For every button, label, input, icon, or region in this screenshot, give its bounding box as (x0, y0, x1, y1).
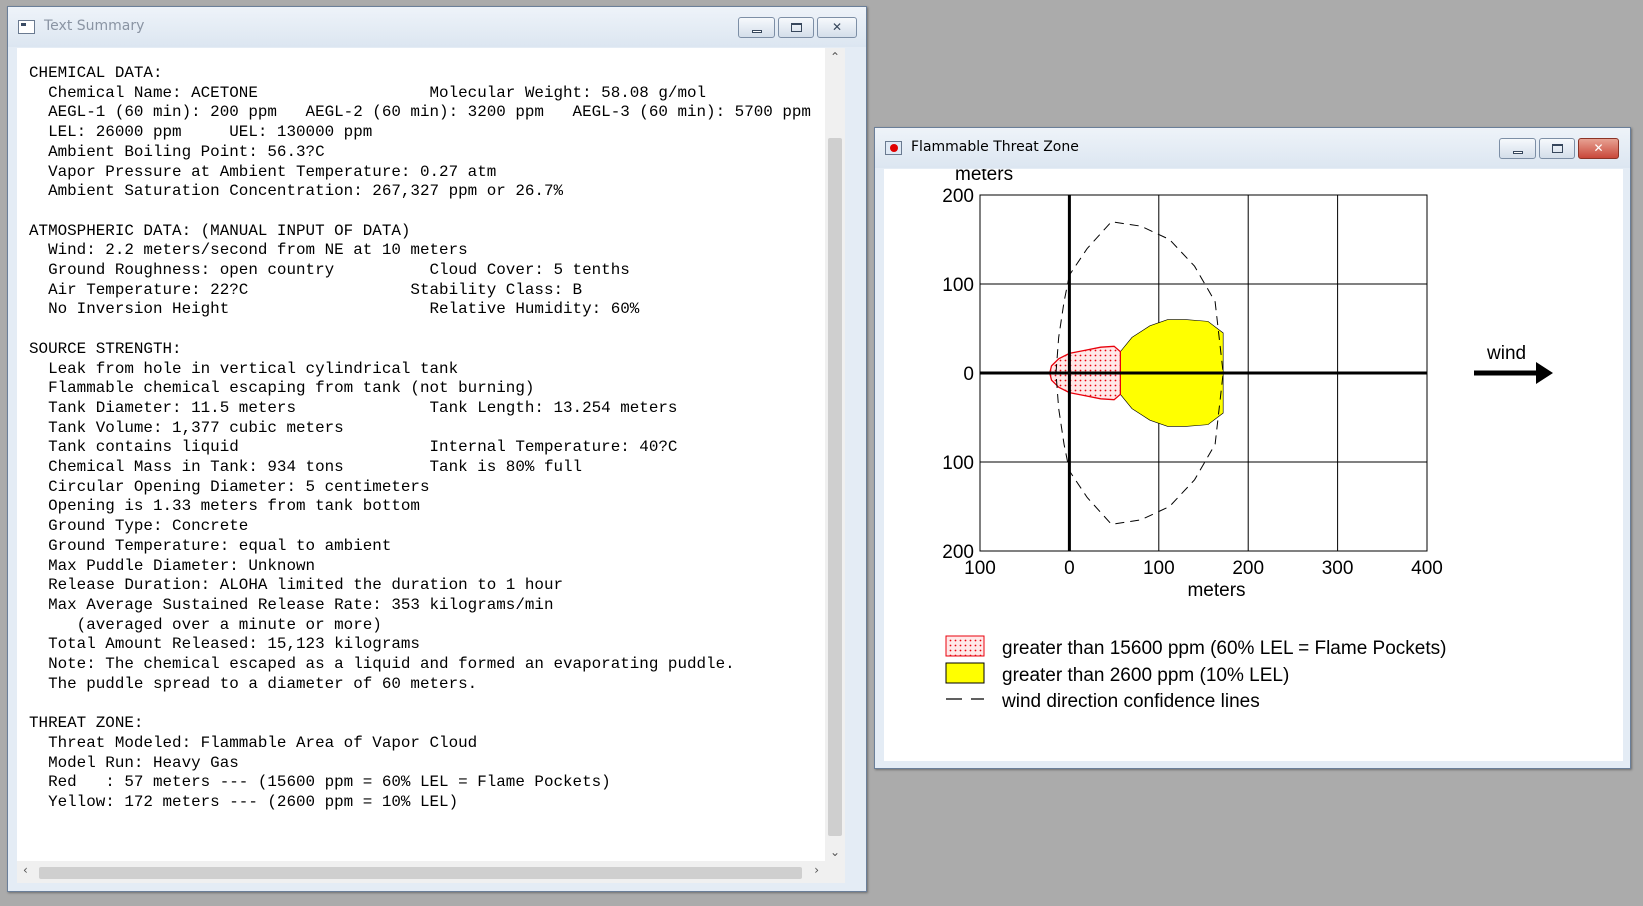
legend-entry: wind direction confidence lines (1001, 691, 1260, 712)
size-grip-icon[interactable] (825, 861, 845, 883)
summary-line: Vapor Pressure at Ambient Temperature: 0… (29, 162, 497, 181)
y-tick-label: 0 (963, 364, 974, 385)
text-summary-window-icon (18, 20, 35, 34)
text-summary-content-area: CHEMICAL DATA: Chemical Name: ACETONE Mo… (17, 48, 845, 883)
close-icon: ✕ (1593, 141, 1604, 155)
y-tick-label: 100 (942, 453, 974, 474)
summary-line: Yellow: 172 meters --- (2600 ppm = 10% L… (29, 793, 459, 812)
threat-zone-title: Flammable Threat Zone (911, 139, 1079, 155)
maximize-button[interactable] (778, 17, 814, 38)
maximize-button[interactable] (1539, 138, 1575, 159)
summary-line: Air Temperature: 22?C Stability Class: B (29, 280, 583, 299)
summary-line: Ground Temperature: equal to ambient (29, 536, 392, 555)
threat-zone-plot-area: 200 100 0 100 200 100 0 100 200 300 400 meters meter… (884, 169, 1623, 761)
summary-line: Note: The chemical escaped as a liquid a… (29, 655, 735, 674)
summary-line: Ambient Boiling Point: 56.3?C (29, 142, 325, 161)
summary-line: Tank Volume: 1,377 cubic meters (29, 418, 344, 437)
x-tick-label: 400 (1411, 558, 1443, 579)
summary-line: AEGL-1 (60 min): 200 ppm AEGL-2 (60 min)… (29, 103, 811, 122)
summary-line: Opening is 1.33 meters from tank bottom (29, 497, 420, 516)
maximize-icon (791, 23, 802, 32)
threat-zone-window-icon (885, 141, 902, 155)
summary-line: LEL: 26000 ppm UEL: 130000 ppm (29, 123, 373, 142)
summary-line (29, 320, 837, 340)
summary-line: Total Amount Released: 15,123 kilograms (29, 635, 420, 654)
threat-zone-titlebar[interactable]: Flammable Threat Zone ✕ (875, 128, 1630, 168)
close-button[interactable]: ✕ (1578, 138, 1619, 159)
summary-line: Max Average Sustained Release Rate: 353 … (29, 595, 554, 614)
summary-line: Flammable chemical escaping from tank (n… (29, 379, 535, 398)
scroll-right-icon[interactable]: › (814, 863, 819, 877)
summary-line: Release Duration: ALOHA limited the dura… (29, 576, 564, 595)
summary-line (29, 695, 837, 715)
vertical-scroll-thumb[interactable] (828, 138, 842, 836)
minimize-icon (1512, 151, 1523, 154)
maximize-icon (1552, 144, 1563, 153)
summary-line: ATMOSPHERIC DATA: (MANUAL INPUT OF DATA) (29, 221, 411, 240)
vertical-scrollbar[interactable]: ⌃ ⌄ (825, 48, 845, 861)
summary-line: Threat Modeled: Flammable Area of Vapor … (29, 733, 478, 752)
y-axis-label: meters (955, 169, 1013, 185)
legend-swatch-red (945, 635, 985, 657)
summary-line: Max Puddle Diameter: Unknown (29, 556, 316, 575)
summary-line: Ground Roughness: open country Cloud Cov… (29, 261, 630, 280)
summary-line: Wind: 2.2 meters/second from NE at 10 me… (29, 241, 468, 260)
x-tick-label: 100 (1143, 558, 1175, 579)
text-summary-body: CHEMICAL DATA: Chemical Name: ACETONE Mo… (29, 64, 837, 824)
legend-swatch-yellow (945, 662, 985, 684)
summary-line: Chemical Name: ACETONE Molecular Weight:… (29, 83, 707, 102)
horizontal-scrollbar[interactable]: ‹ › (17, 861, 825, 883)
minimize-icon (751, 30, 762, 33)
x-tick-label: 0 (1064, 558, 1075, 579)
x-tick-label: 100 (964, 558, 996, 579)
summary-line: Red : 57 meters --- (15600 ppm = 60% LEL… (29, 773, 611, 792)
scroll-down-icon[interactable]: ⌄ (830, 845, 840, 859)
minimize-button[interactable] (738, 17, 775, 38)
y-tick-label: 200 (942, 186, 974, 207)
x-axis-label: meters (1187, 580, 1245, 601)
summary-line: SOURCE STRENGTH: (29, 339, 182, 358)
summary-line: Ground Type: Concrete (29, 517, 249, 536)
summary-line: The puddle spread to a diameter of 60 me… (29, 674, 478, 693)
scroll-left-icon[interactable]: ‹ (23, 863, 28, 877)
summary-line: Model Run: Heavy Gas (29, 753, 239, 772)
text-summary-title: Text Summary (44, 18, 145, 34)
summary-line: Circular Opening Diameter: 5 centimeters (29, 477, 430, 496)
summary-line: Ambient Saturation Concentration: 267,32… (29, 182, 564, 201)
legend-entry: greater than 2600 ppm (10% LEL) (1002, 665, 1289, 686)
summary-line: THREAT ZONE: (29, 714, 144, 733)
summary-line: CHEMICAL DATA: (29, 64, 163, 82)
summary-line: No Inversion Height Relative Humidity: 6… (29, 300, 640, 319)
minimize-button[interactable] (1499, 138, 1536, 159)
close-icon: ✕ (831, 20, 843, 34)
y-tick-label: 100 (942, 275, 974, 296)
legend-entry: greater than 15600 ppm (60% LEL = Flame … (1002, 638, 1446, 659)
x-tick-label: 300 (1322, 558, 1354, 579)
wind-label: wind (1486, 343, 1526, 364)
summary-line: (averaged over a minute or more) (29, 615, 382, 634)
wind-arrow-icon (1536, 362, 1553, 384)
threat-zone-window: Flammable Threat Zone ✕ 200 100 0 100 200 100… (874, 127, 1631, 769)
close-button[interactable]: ✕ (817, 17, 857, 38)
summary-line: Leak from hole in vertical cylindrical t… (29, 359, 459, 378)
x-tick-label: 200 (1232, 558, 1264, 579)
scroll-up-icon[interactable]: ⌃ (830, 50, 840, 64)
summary-line: Chemical Mass in Tank: 934 tons Tank is … (29, 458, 583, 477)
threat-zone-chart: 2001000100200100 0 100 200 300 400metersmeter… (942, 169, 1553, 712)
text-summary-window: Text Summary ✕ CHEMICAL DATA: Chemical N… (7, 6, 867, 892)
summary-line: Tank Diameter: 11.5 meters Tank Length: … (29, 398, 678, 417)
horizontal-scroll-thumb[interactable] (39, 867, 802, 879)
summary-line: Tank contains liquid Internal Temperatur… (29, 438, 678, 457)
text-summary-titlebar[interactable]: Text Summary ✕ (8, 7, 866, 47)
summary-line (29, 202, 837, 222)
